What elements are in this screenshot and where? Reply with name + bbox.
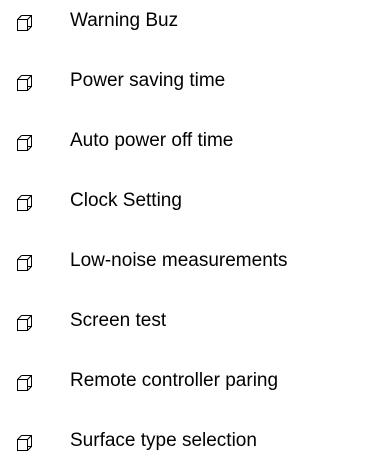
item-label: Low-noise measurements: [70, 250, 288, 271]
item-label: Remote controller paring: [70, 370, 279, 391]
page-stack-icon: [17, 255, 32, 271]
list-item-surface-type-selection: Surface type selection: [0, 422, 377, 462]
item-label: Surface type selection: [70, 430, 257, 451]
page-stack-icon: [17, 375, 32, 391]
page-stack-icon: [17, 195, 32, 211]
list-item-screen-test: Screen test: [0, 302, 377, 342]
item-label: Screen test: [70, 310, 167, 331]
page-stack-icon: [17, 315, 32, 331]
page-stack-icon: [17, 135, 32, 151]
list-item-clock-setting: Clock Setting: [0, 182, 377, 222]
page-stack-icon: [17, 75, 32, 91]
page-stack-icon: [17, 435, 32, 451]
item-label: Auto power off time: [70, 130, 234, 151]
list-item-power-saving-time: Power saving time: [0, 62, 377, 102]
item-label: Clock Setting: [70, 190, 182, 211]
item-label: Warning Buz: [70, 10, 179, 31]
list-item-low-noise-measurements: Low-noise measurements: [0, 242, 377, 282]
item-label: Power saving time: [70, 70, 226, 91]
list-item-warning-buz: Warning Buz: [0, 2, 377, 42]
page-stack-icon: [17, 15, 32, 31]
list-item-auto-power-off-time: Auto power off time: [0, 122, 377, 162]
list-item-remote-controller-paring: Remote controller paring: [0, 362, 377, 402]
